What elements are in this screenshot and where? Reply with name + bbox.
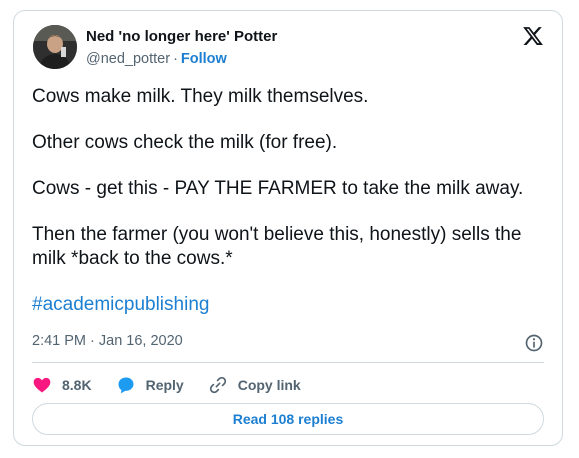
- copy-link-button[interactable]: Copy link: [208, 375, 301, 395]
- tweet-paragraph: Cows - get this - PAY THE FARMER to take…: [32, 178, 524, 199]
- info-icon[interactable]: [524, 333, 544, 353]
- x-logo-icon[interactable]: [522, 25, 544, 47]
- tweet-paragraph: Then the farmer (you won't believe this,…: [32, 224, 522, 269]
- tweet-timestamp[interactable]: 2:41 PM · Jan 16, 2020: [32, 333, 183, 349]
- author-name[interactable]: Ned 'no longer here' Potter: [86, 28, 277, 45]
- tweet-card: Ned 'no longer here' Potter @ned_potter ·…: [13, 10, 563, 446]
- avatar-image: [33, 25, 77, 69]
- handle-row: @ned_potter · Follow: [86, 51, 227, 67]
- author-handle[interactable]: @ned_potter: [86, 51, 170, 67]
- hashtag-line: #academicpublishing: [32, 293, 552, 317]
- read-replies-button[interactable]: Read 108 replies: [32, 403, 544, 435]
- separator-dot: ·: [173, 51, 178, 67]
- action-bar: 8.8K Reply Copy link: [32, 373, 325, 397]
- hashtag-link[interactable]: #academicpublishing: [32, 294, 209, 315]
- follow-link[interactable]: Follow: [181, 51, 227, 67]
- tweet-paragraph: Cows make milk. They milk themselves.: [32, 86, 369, 107]
- like-button[interactable]: 8.8K: [32, 375, 92, 395]
- like-count: 8.8K: [62, 377, 92, 393]
- copy-link-label: Copy link: [237, 377, 301, 393]
- reply-bubble-icon: [118, 377, 134, 394]
- reply-label: Reply: [145, 377, 184, 393]
- divider: [32, 362, 544, 363]
- link-icon: [209, 376, 226, 394]
- reply-button[interactable]: Reply: [116, 375, 184, 395]
- heart-icon: [33, 377, 51, 393]
- tweet-paragraph: Other cows check the milk (for free).: [32, 132, 338, 153]
- avatar[interactable]: [33, 25, 77, 69]
- tweet-text: Cows make milk. They milk themselves. Ot…: [32, 85, 552, 317]
